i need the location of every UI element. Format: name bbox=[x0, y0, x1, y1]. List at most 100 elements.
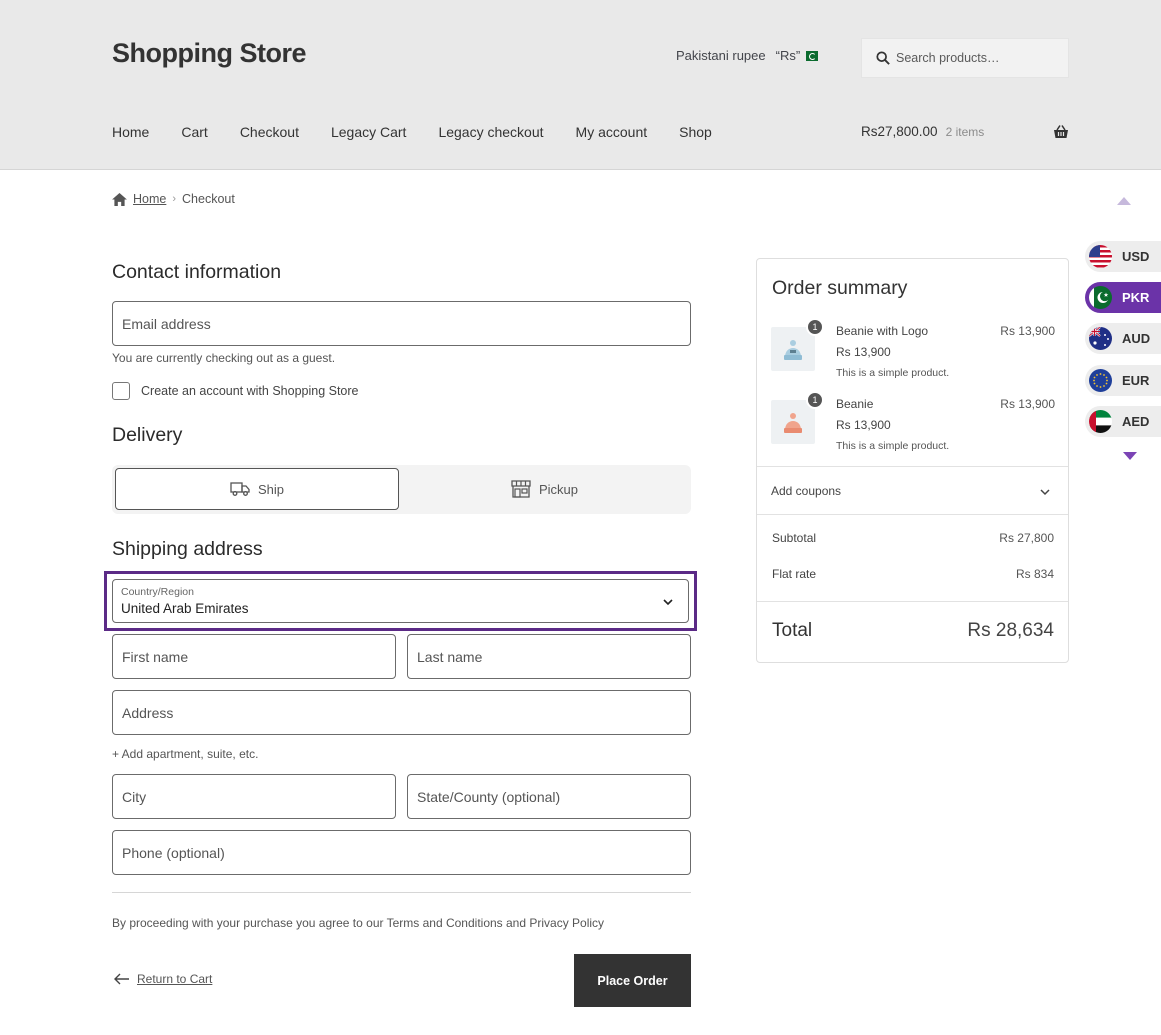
country-value: United Arab Emirates bbox=[121, 601, 249, 616]
product-price: Rs 13,900 bbox=[836, 345, 891, 359]
nav-shop[interactable]: Shop bbox=[679, 124, 712, 140]
phone-field[interactable] bbox=[112, 830, 691, 875]
nav-cart[interactable]: Cart bbox=[181, 124, 207, 140]
last-name-field[interactable] bbox=[407, 634, 691, 679]
divider bbox=[757, 514, 1068, 515]
cart-total: Rs27,800.00 bbox=[861, 124, 938, 139]
state-field[interactable] bbox=[407, 774, 691, 819]
terms-notice: By proceeding with your purchase you agr… bbox=[112, 916, 605, 930]
product-price: Rs 13,900 bbox=[836, 418, 891, 432]
divider bbox=[112, 892, 691, 893]
email-field[interactable] bbox=[112, 301, 691, 346]
beanie-icon bbox=[784, 340, 802, 360]
ship-option[interactable]: Ship bbox=[115, 468, 399, 510]
email-input[interactable] bbox=[113, 302, 690, 345]
create-account-checkbox[interactable] bbox=[112, 382, 130, 400]
return-to-cart-link[interactable]: Return to Cart bbox=[137, 972, 212, 986]
main-navigation: Home Cart Checkout Legacy Cart Legacy ch… bbox=[112, 124, 744, 140]
list-item: 1 Beanie with Logo Rs 13,900 This is a s… bbox=[771, 318, 1055, 386]
home-icon bbox=[112, 192, 127, 206]
product-description: This is a simple product. bbox=[836, 440, 950, 452]
currency-indicator: Pakistani rupee “Rs” bbox=[676, 48, 819, 63]
currency-code: EUR bbox=[1122, 373, 1150, 388]
delivery-method-toggle: Ship Pickup bbox=[112, 465, 691, 514]
city-input[interactable] bbox=[113, 775, 395, 818]
add-apartment-link[interactable]: + Add apartment, suite, etc. bbox=[112, 747, 258, 761]
cart-count: 2 items bbox=[945, 124, 985, 139]
australia-flag-icon bbox=[1089, 327, 1112, 350]
line-total: Rs 13,900 bbox=[1000, 397, 1055, 411]
currency-option-aud[interactable]: AUD bbox=[1085, 323, 1161, 354]
pakistan-flag-icon bbox=[1089, 286, 1112, 309]
header-cart[interactable]: Rs27,800.00 2 items bbox=[861, 124, 1069, 139]
pickup-option[interactable]: Pickup bbox=[401, 468, 688, 510]
nav-legacy-checkout[interactable]: Legacy checkout bbox=[438, 124, 543, 140]
currency-code: AUD bbox=[1122, 331, 1151, 346]
shipping-row: Flat rate Rs 834 bbox=[772, 567, 1054, 581]
total-row: Total Rs 28,634 bbox=[772, 620, 1054, 642]
breadcrumb: Home › Checkout bbox=[112, 192, 235, 206]
last-name-input[interactable] bbox=[408, 635, 690, 678]
phone-input[interactable] bbox=[113, 831, 690, 874]
eu-flag-icon bbox=[1089, 369, 1112, 392]
currency-code: AED bbox=[1122, 414, 1150, 429]
currency-option-pkr[interactable]: PKR bbox=[1085, 282, 1161, 313]
currency-scroll-up-icon[interactable] bbox=[1117, 197, 1131, 205]
pakistan-flag-icon bbox=[806, 50, 819, 61]
chevron-right-icon: › bbox=[172, 193, 177, 205]
currency-name: Pakistani rupee bbox=[676, 48, 766, 63]
list-item: 1 Beanie Rs 13,900 This is a simple prod… bbox=[771, 391, 1055, 459]
shipping-rate-value: Rs 834 bbox=[1015, 567, 1054, 581]
order-summary-title: Order summary bbox=[772, 277, 908, 299]
nav-my-account[interactable]: My account bbox=[576, 124, 648, 140]
shipping-rate-label: Flat rate bbox=[772, 567, 817, 581]
product-name: Beanie bbox=[836, 397, 874, 411]
add-coupons-toggle[interactable]: Add coupons bbox=[771, 484, 1055, 498]
chevron-down-icon bbox=[663, 599, 673, 606]
country-label: Country/Region bbox=[121, 586, 194, 598]
chevron-down-icon bbox=[1040, 489, 1050, 496]
search-box[interactable] bbox=[861, 38, 1069, 78]
subtotal-value: Rs 27,800 bbox=[999, 531, 1054, 545]
basket-icon bbox=[1054, 125, 1068, 138]
add-coupons-label: Add coupons bbox=[771, 484, 842, 498]
return-to-cart[interactable]: Return to Cart bbox=[114, 972, 212, 986]
site-title[interactable]: Shopping Store bbox=[112, 38, 306, 69]
place-order-button[interactable]: Place Order bbox=[574, 954, 691, 1007]
currency-scroll-down-icon[interactable] bbox=[1123, 452, 1137, 460]
first-name-input[interactable] bbox=[113, 635, 395, 678]
address-input[interactable] bbox=[113, 691, 690, 734]
store-icon bbox=[511, 480, 531, 498]
divider bbox=[757, 466, 1068, 467]
nav-home[interactable]: Home bbox=[112, 124, 149, 140]
divider bbox=[757, 601, 1068, 602]
nav-checkout[interactable]: Checkout bbox=[240, 124, 299, 140]
usa-flag-icon bbox=[1089, 245, 1112, 268]
currency-option-usd[interactable]: USD bbox=[1085, 241, 1161, 272]
ship-label: Ship bbox=[257, 481, 285, 497]
truck-icon bbox=[230, 482, 250, 496]
quantity-badge: 1 bbox=[806, 318, 824, 336]
search-icon bbox=[876, 51, 890, 65]
product-name: Beanie with Logo bbox=[836, 324, 929, 338]
delivery-heading: Delivery bbox=[112, 424, 183, 446]
total-label: Total bbox=[772, 620, 813, 641]
state-input[interactable] bbox=[408, 775, 690, 818]
currency-option-eur[interactable]: EUR bbox=[1085, 365, 1161, 396]
search-input[interactable] bbox=[896, 51, 1066, 65]
breadcrumb-home[interactable]: Home bbox=[133, 192, 166, 206]
country-focus-highlight: Country/Region United Arab Emirates bbox=[104, 571, 697, 631]
currency-code: PKR bbox=[1122, 290, 1150, 305]
product-description: This is a simple product. bbox=[836, 367, 950, 379]
country-select[interactable]: Country/Region United Arab Emirates bbox=[112, 579, 689, 623]
nav-legacy-cart[interactable]: Legacy Cart bbox=[331, 124, 406, 140]
city-field[interactable] bbox=[112, 774, 396, 819]
total-value: Rs 28,634 bbox=[967, 620, 1054, 641]
create-account-label[interactable]: Create an account with Shopping Store bbox=[141, 384, 359, 398]
subtotal-row: Subtotal Rs 27,800 bbox=[772, 531, 1054, 545]
first-name-field[interactable] bbox=[112, 634, 396, 679]
address-field[interactable] bbox=[112, 690, 691, 735]
currency-code: USD bbox=[1122, 249, 1150, 264]
currency-option-aed[interactable]: AED bbox=[1085, 406, 1161, 437]
currency-symbol: “Rs” bbox=[775, 48, 801, 63]
